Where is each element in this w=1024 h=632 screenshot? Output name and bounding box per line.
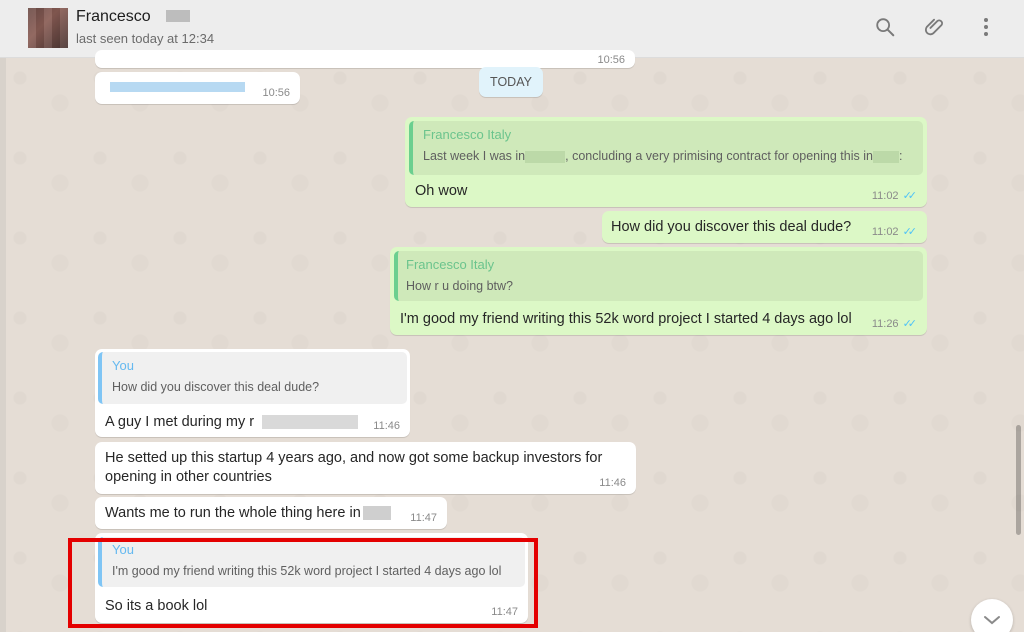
redacted-surname <box>166 10 190 22</box>
message-bubble-incoming[interactable]: 10:56 <box>95 50 635 68</box>
message-bubble-outgoing[interactable]: How did you discover this deal dude? 11:… <box>602 211 927 243</box>
quote-text: How did you discover this deal dude? <box>112 380 320 394</box>
quote-author: You <box>112 358 134 373</box>
message-time: 11:02 ✓✓ <box>872 225 918 239</box>
message-text: Oh wow <box>415 183 468 199</box>
read-ticks-icon: ✓✓ <box>902 226 918 238</box>
read-ticks-icon: ✓✓ <box>902 318 918 330</box>
menu-icon[interactable] <box>973 14 999 40</box>
message-time: 11:26 ✓✓ <box>872 317 918 331</box>
redacted-text <box>262 415 359 430</box>
message-text: I'm good my friend writing this 52k word… <box>400 311 852 327</box>
contact-name[interactable]: Francesco <box>76 8 151 26</box>
message-bubble-incoming[interactable]: Wants me to run the whole thing here in … <box>95 497 447 529</box>
contact-avatar[interactable] <box>28 8 68 48</box>
message-time: 11:46 <box>373 420 400 432</box>
last-seen-status: last seen today at 12:34 <box>76 31 215 46</box>
quote-text: Last week I was in, concluding a very pr… <box>423 149 903 163</box>
quoted-message[interactable]: Francesco Italy Last week I was in, conc… <box>409 121 923 175</box>
redacted-text <box>525 150 566 163</box>
message-bubble-incoming[interactable]: You How did you discover this deal dude?… <box>95 349 410 437</box>
date-divider: TODAY <box>479 67 543 97</box>
message-bubble-outgoing[interactable]: Francesco Italy Last week I was in, conc… <box>405 117 927 207</box>
message-time: 11:46 <box>599 477 626 489</box>
search-icon[interactable] <box>872 14 898 40</box>
message-bubble-incoming[interactable]: He setted up this startup 4 years ago, a… <box>95 442 636 494</box>
scrollbar[interactable] <box>1016 425 1021 535</box>
quote-author: Francesco Italy <box>423 127 512 142</box>
message-text: A guy I met during my r <box>105 414 359 430</box>
highlight-box <box>68 538 538 628</box>
message-text: How did you discover this deal dude? <box>611 219 852 235</box>
message-text: Wants me to run the whole thing here in <box>105 505 391 521</box>
message-time: 11:02 ✓✓ <box>872 189 918 203</box>
read-ticks-icon: ✓✓ <box>902 190 918 202</box>
quoted-message[interactable]: You How did you discover this deal dude? <box>98 352 407 404</box>
attach-icon[interactable] <box>922 14 948 40</box>
message-bubble-outgoing[interactable]: Francesco Italy How r u doing btw? I'm g… <box>390 247 927 335</box>
message-bubble-incoming[interactable]: 10:56 <box>95 72 300 104</box>
redacted-text <box>872 150 899 163</box>
redacted-text <box>110 82 245 92</box>
message-text-line-2: opening in other countries <box>105 469 272 485</box>
message-time: 11:47 <box>410 512 437 524</box>
panel-divider <box>0 58 6 632</box>
message-text-line-1: He setted up this startup 4 years ago, a… <box>105 450 603 466</box>
quote-text: How r u doing btw? <box>406 279 514 293</box>
message-time: 10:56 <box>597 54 625 66</box>
chevron-down-icon <box>984 616 1000 625</box>
quote-author: Francesco Italy <box>406 257 495 272</box>
quoted-message[interactable]: Francesco Italy How r u doing btw? <box>394 251 923 301</box>
redacted-text <box>362 506 391 521</box>
message-time: 10:56 <box>262 87 290 99</box>
